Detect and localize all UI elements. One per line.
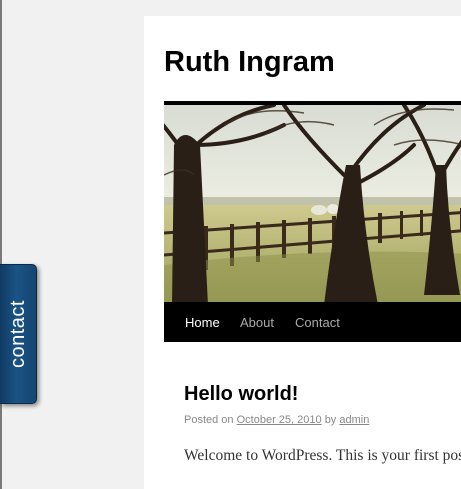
post-meta-by: by <box>324 414 337 426</box>
page-content: Ruth Ingram Home About Contact Hello wor… <box>144 16 461 489</box>
post-author-link[interactable]: admin <box>339 414 369 426</box>
site-title[interactable]: Ruth Ingram <box>164 48 335 77</box>
post-title[interactable]: Hello world! <box>184 384 298 404</box>
post-meta-prefix: Posted on <box>184 414 234 426</box>
nav-item-about[interactable]: About <box>240 302 274 342</box>
post-content: Welcome to WordPress. This is your first… <box>184 447 461 464</box>
window-left-edge <box>0 0 2 489</box>
post-meta: Posted on October 25, 2010 by admin <box>184 414 369 426</box>
nav-item-contact[interactable]: Contact <box>295 302 340 342</box>
nav-item-home[interactable]: Home <box>185 302 220 342</box>
contact-tab-label: contact <box>7 300 29 368</box>
header-image <box>164 101 461 305</box>
post-date-link[interactable]: October 25, 2010 <box>237 414 322 426</box>
main-nav: Home About Contact <box>164 302 461 342</box>
contact-tab-button[interactable]: contact <box>0 264 37 404</box>
